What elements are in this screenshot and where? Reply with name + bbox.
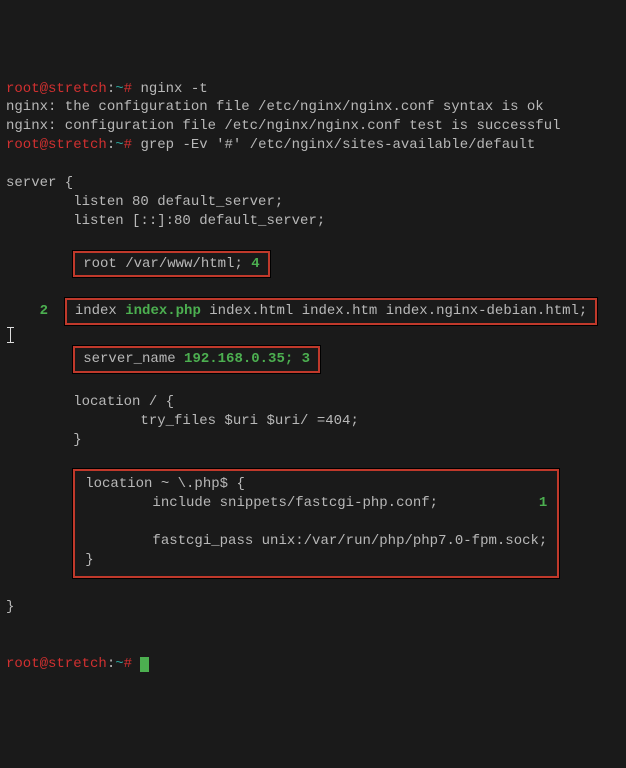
server-close: } [6, 599, 14, 615]
prompt-path: ~ [115, 81, 123, 97]
annotation-4: 4 [251, 256, 259, 272]
location-close: } [6, 432, 82, 448]
terminal-cursor[interactable] [140, 657, 149, 672]
listen-2: listen [::]:80 default_server; [6, 213, 325, 229]
server-open: server { [6, 175, 73, 191]
highlight-box-index: index index.php index.html index.htm ind… [65, 298, 598, 325]
prompt-user: root@stretch [6, 81, 107, 97]
command-1: nginx -t [140, 81, 207, 97]
listen-1: listen 80 default_server; [6, 194, 283, 210]
terminal-output: root@stretch:~# nginx -t nginx: the conf… [6, 80, 620, 674]
annotation-2: 2 [40, 303, 48, 319]
location-tryfiles: try_files $uri $uri/ =404; [6, 413, 359, 429]
annotation-1: 1 [539, 495, 547, 511]
location-open: location / { [6, 394, 174, 410]
nginx-output-2: nginx: configuration file /etc/nginx/ngi… [6, 118, 561, 134]
command-2: grep -Ev '#' /etc/nginx/sites-available/… [140, 137, 535, 153]
text-cursor-icon [6, 327, 16, 343]
annotation-3: 3 [302, 351, 310, 367]
highlight-box-servername: server_name 192.168.0.35; 3 [73, 346, 320, 373]
highlight-box-php: location ~ \.php$ { include snippets/fas… [73, 469, 559, 577]
nginx-output-1: nginx: the configuration file /etc/nginx… [6, 99, 544, 115]
highlight-box-root: root /var/www/html; 4 [73, 251, 269, 278]
